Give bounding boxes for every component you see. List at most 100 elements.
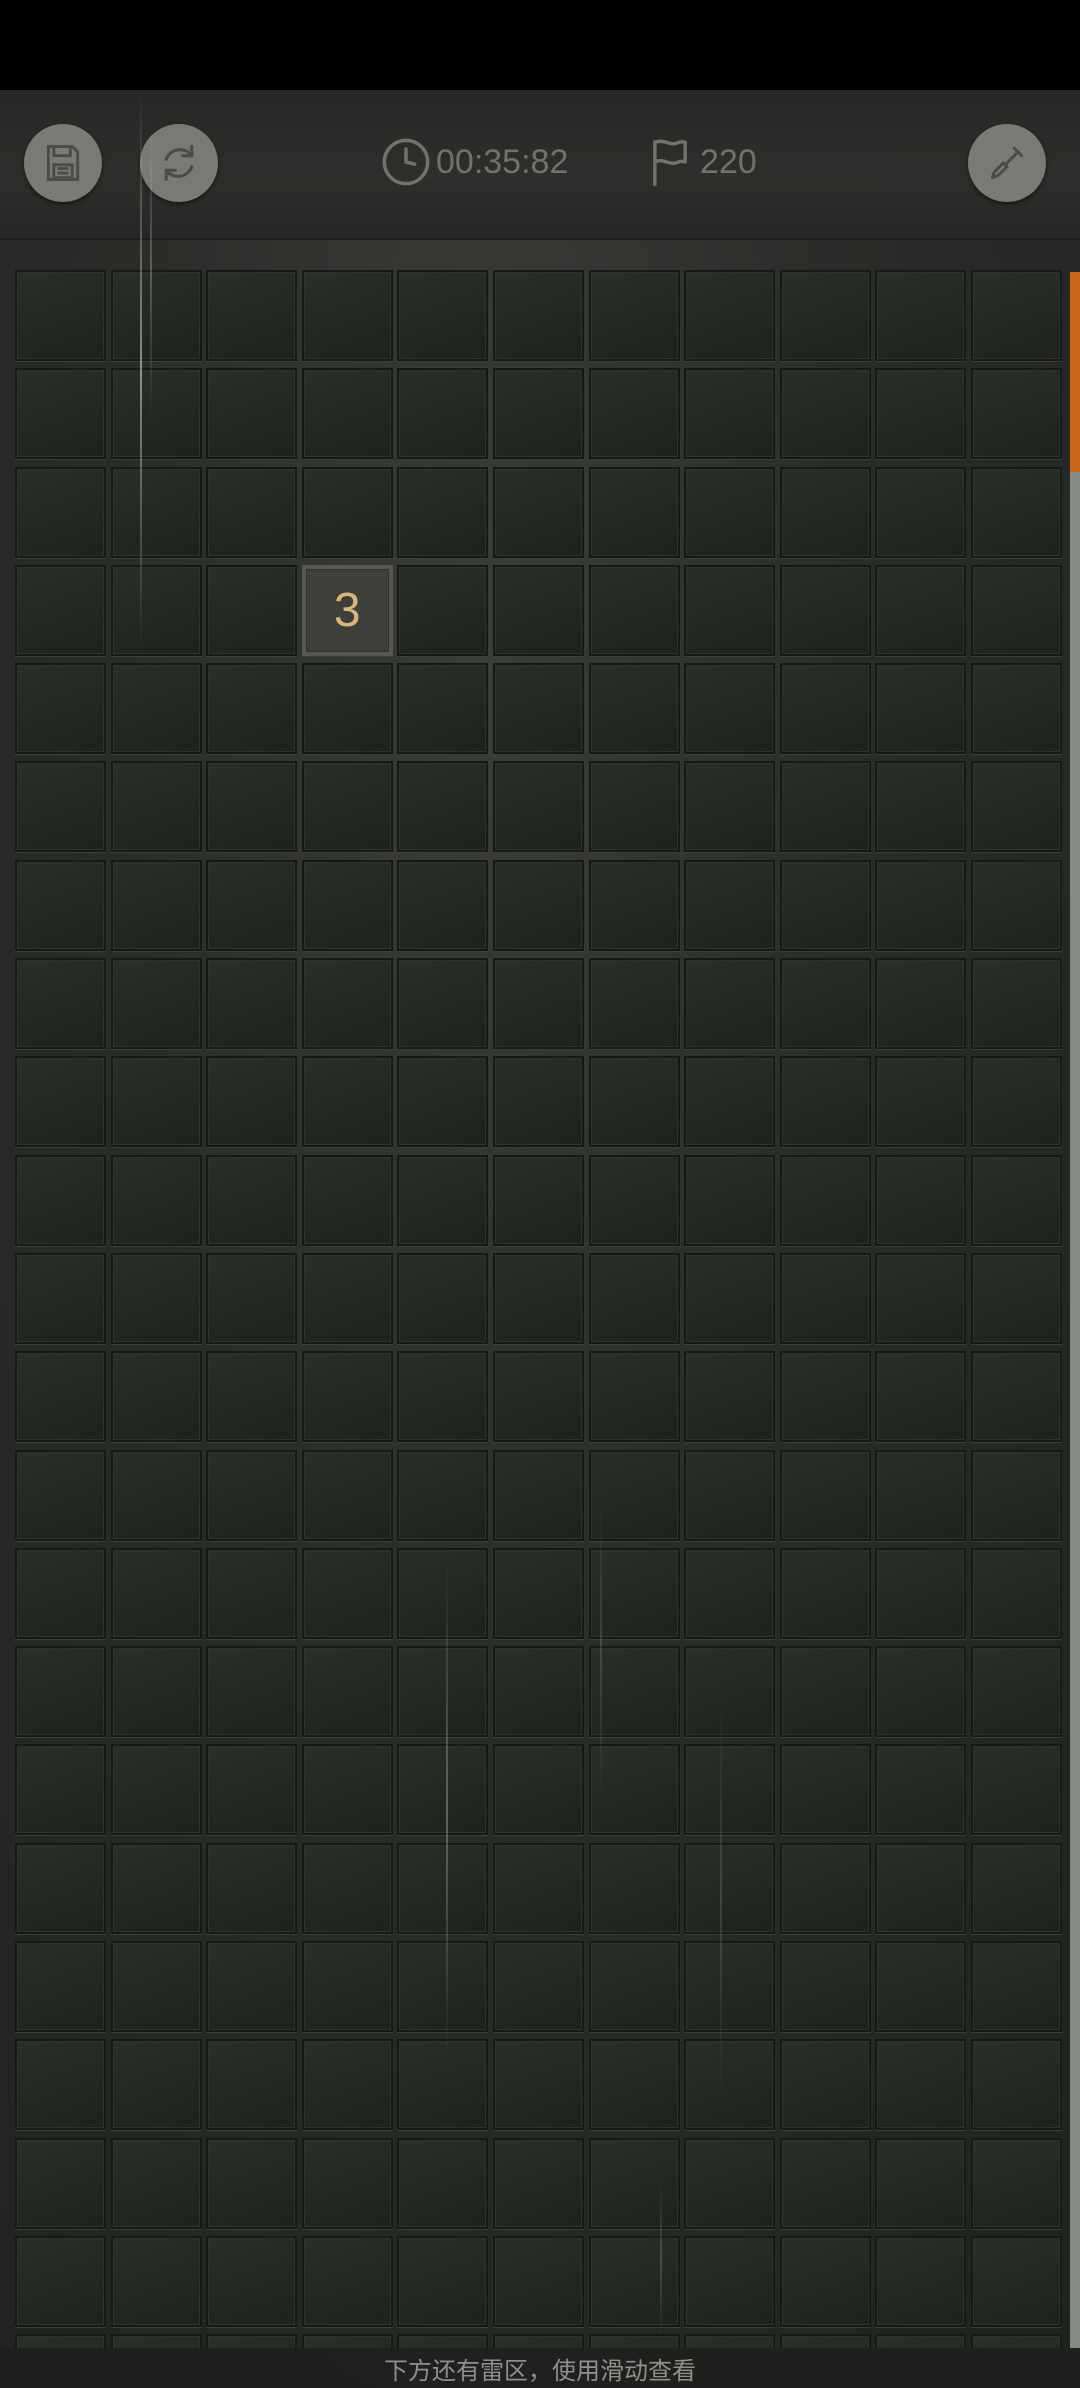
hidden-cell[interactable]	[397, 2039, 489, 2131]
hidden-cell[interactable]	[588, 958, 680, 1050]
hidden-cell[interactable]	[875, 1842, 967, 1934]
hidden-cell[interactable]	[588, 761, 680, 853]
hidden-cell[interactable]	[206, 761, 298, 853]
hidden-cell[interactable]	[779, 1547, 871, 1639]
hidden-cell[interactable]	[588, 1449, 680, 1541]
hidden-cell[interactable]	[206, 270, 298, 361]
hidden-cell[interactable]	[588, 368, 680, 460]
hidden-cell[interactable]	[15, 270, 106, 361]
hidden-cell[interactable]	[779, 1351, 871, 1443]
hidden-cell[interactable]	[110, 859, 202, 951]
hidden-cell[interactable]	[301, 1252, 393, 1344]
hidden-cell[interactable]	[206, 2039, 298, 2131]
hidden-cell[interactable]	[110, 1646, 202, 1738]
hidden-cell[interactable]	[875, 564, 967, 656]
hidden-cell[interactable]	[779, 1744, 871, 1836]
mine-field[interactable]: 3	[15, 270, 1065, 2350]
hidden-cell[interactable]	[15, 1547, 106, 1639]
hidden-cell[interactable]	[779, 2039, 871, 2131]
hidden-cell[interactable]	[492, 1547, 584, 1639]
hidden-cell[interactable]	[492, 1842, 584, 1934]
hidden-cell[interactable]	[15, 1252, 106, 1344]
hidden-cell[interactable]	[15, 2137, 106, 2229]
hidden-cell[interactable]	[397, 466, 489, 558]
hidden-cell[interactable]	[970, 466, 1062, 558]
hidden-cell[interactable]	[970, 1842, 1062, 1934]
hidden-cell[interactable]	[970, 2039, 1062, 2131]
hidden-cell[interactable]	[779, 1056, 871, 1148]
hidden-cell[interactable]	[206, 1252, 298, 1344]
hidden-cell[interactable]	[492, 564, 584, 656]
hidden-cell[interactable]	[492, 663, 584, 755]
hidden-cell[interactable]	[588, 1252, 680, 1344]
hidden-cell[interactable]	[301, 1842, 393, 1934]
hidden-cell[interactable]	[779, 761, 871, 853]
revealed-cell[interactable]: 3	[301, 564, 393, 656]
hidden-cell[interactable]	[15, 761, 106, 853]
hidden-cell[interactable]	[875, 1744, 967, 1836]
hidden-cell[interactable]	[301, 466, 393, 558]
hidden-cell[interactable]	[588, 1056, 680, 1148]
hidden-cell[interactable]	[970, 1941, 1062, 2033]
hidden-cell[interactable]	[301, 1351, 393, 1443]
hidden-cell[interactable]	[206, 368, 298, 460]
hidden-cell[interactable]	[875, 1449, 967, 1541]
hidden-cell[interactable]	[301, 1744, 393, 1836]
hidden-cell[interactable]	[875, 663, 967, 755]
hidden-cell[interactable]	[206, 2235, 298, 2327]
hidden-cell[interactable]	[779, 859, 871, 951]
hidden-cell[interactable]	[588, 2235, 680, 2327]
board-scrollbar[interactable]	[1070, 272, 1080, 2348]
hidden-cell[interactable]	[15, 2039, 106, 2131]
hidden-cell[interactable]	[15, 859, 106, 951]
hidden-cell[interactable]	[15, 1056, 106, 1148]
hidden-cell[interactable]	[15, 1449, 106, 1541]
hidden-cell[interactable]	[779, 1252, 871, 1344]
hidden-cell[interactable]	[110, 1941, 202, 2033]
hidden-cell[interactable]	[492, 1449, 584, 1541]
hidden-cell[interactable]	[397, 859, 489, 951]
hidden-cell[interactable]	[301, 2235, 393, 2327]
hidden-cell[interactable]	[684, 1351, 776, 1443]
hidden-cell[interactable]	[875, 1646, 967, 1738]
hidden-cell[interactable]	[492, 1646, 584, 1738]
hidden-cell[interactable]	[779, 1941, 871, 2033]
hidden-cell[interactable]	[588, 663, 680, 755]
hidden-cell[interactable]	[588, 2137, 680, 2229]
hidden-cell[interactable]	[15, 368, 106, 460]
hidden-cell[interactable]	[110, 1154, 202, 1246]
hidden-cell[interactable]	[588, 466, 680, 558]
hidden-cell[interactable]	[15, 1351, 106, 1443]
hidden-cell[interactable]	[970, 1449, 1062, 1541]
dig-tool-button[interactable]	[968, 124, 1046, 202]
hidden-cell[interactable]	[588, 270, 680, 361]
hidden-cell[interactable]	[206, 1154, 298, 1246]
hidden-cell[interactable]	[110, 1547, 202, 1639]
hidden-cell[interactable]	[779, 1646, 871, 1738]
hidden-cell[interactable]	[875, 270, 967, 361]
hidden-cell[interactable]	[110, 1842, 202, 1934]
hidden-cell[interactable]	[492, 368, 584, 460]
hidden-cell[interactable]	[206, 1842, 298, 1934]
hidden-cell[interactable]	[110, 1449, 202, 1541]
hidden-cell[interactable]	[588, 1842, 680, 1934]
hidden-cell[interactable]	[875, 466, 967, 558]
hidden-cell[interactable]	[206, 2137, 298, 2229]
hidden-cell[interactable]	[492, 2137, 584, 2229]
restart-button[interactable]	[140, 124, 218, 202]
hidden-cell[interactable]	[110, 466, 202, 558]
hidden-cell[interactable]	[301, 958, 393, 1050]
board-scroll-thumb[interactable]	[1070, 272, 1080, 472]
hidden-cell[interactable]	[588, 2039, 680, 2131]
hidden-cell[interactable]	[15, 1842, 106, 1934]
hidden-cell[interactable]	[301, 1449, 393, 1541]
hidden-cell[interactable]	[970, 1646, 1062, 1738]
hidden-cell[interactable]	[397, 1941, 489, 2033]
hidden-cell[interactable]	[492, 1941, 584, 2033]
hidden-cell[interactable]	[206, 1547, 298, 1639]
hidden-cell[interactable]	[492, 1252, 584, 1344]
hidden-cell[interactable]	[110, 1056, 202, 1148]
hidden-cell[interactable]	[875, 1154, 967, 1246]
hidden-cell[interactable]	[15, 2235, 106, 2327]
hidden-cell[interactable]	[110, 2039, 202, 2131]
